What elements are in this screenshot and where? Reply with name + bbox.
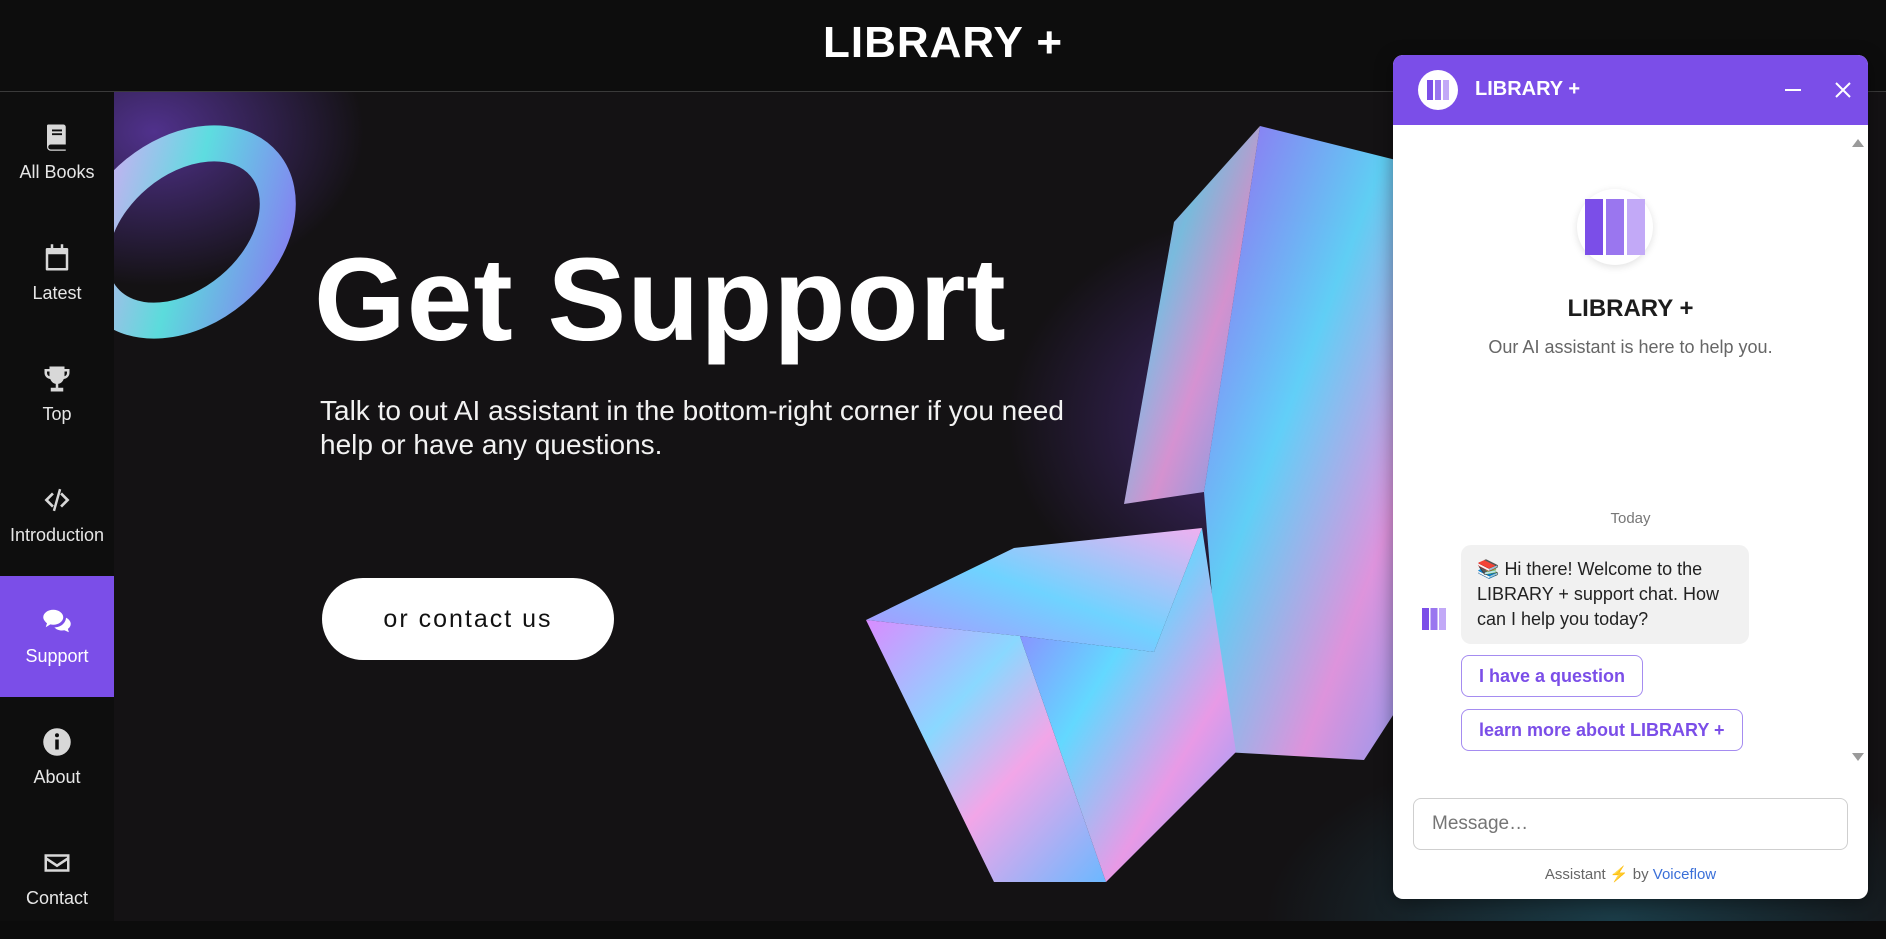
close-icon[interactable] — [1826, 73, 1860, 107]
scroll-up-arrow-icon[interactable] — [1852, 139, 1864, 147]
envelope-icon — [44, 854, 70, 872]
sidebar-item-label: All Books — [19, 162, 95, 182]
bot-message-bubble: 📚 Hi there! Welcome to the LIBRARY + sup… — [1461, 545, 1749, 644]
footer-prefix: Assistant — [1544, 866, 1606, 883]
sidebar-item-label: Contact — [25, 888, 89, 908]
minimize-icon[interactable] — [1776, 73, 1810, 107]
code-icon — [44, 488, 70, 512]
sidebar: All Books Latest Top Introduction Suppor… — [0, 92, 114, 921]
chat-widget: LIBRARY + LIBRARY + Our AI assistant is … — [1393, 55, 1868, 899]
scroll-down-arrow-icon[interactable] — [1852, 753, 1864, 761]
hero-heading: Get Support — [314, 234, 1007, 366]
info-icon — [43, 728, 71, 756]
choice-button-question[interactable]: I have a question — [1461, 655, 1644, 697]
message-input[interactable] — [1413, 798, 1848, 850]
sidebar-item-label: About — [33, 767, 81, 787]
library-logo-icon — [1418, 70, 1458, 110]
date-divider: Today — [1610, 510, 1651, 527]
sidebar-item-label: Support — [25, 646, 89, 666]
calendar-icon — [45, 244, 69, 271]
sidebar-item-label: Top — [42, 404, 72, 424]
sidebar-item-label: Latest — [32, 283, 82, 303]
choice-button-learn-more[interactable]: learn more about LIBRARY + — [1461, 709, 1743, 751]
bolt-icon: ⚡ — [1609, 866, 1629, 883]
powered-by-note: Assistant ⚡ by Voiceflow — [1393, 865, 1868, 883]
sidebar-item-support[interactable]: Support — [0, 576, 114, 697]
sidebar-item-top[interactable]: Top — [0, 334, 114, 455]
hero-text: Talk to out AI assistant in the bottom-r… — [320, 395, 1064, 460]
books-emoji-icon: 📚 — [1477, 559, 1500, 579]
sidebar-item-latest[interactable]: Latest — [0, 213, 114, 334]
assistant-name: LIBRARY + — [1567, 295, 1694, 322]
bot-message-text: Hi there! Welcome to the LIBRARY + suppo… — [1477, 559, 1719, 629]
sidebar-item-introduction[interactable]: Introduction — [0, 455, 114, 576]
chat-header-title: LIBRARY + — [1475, 78, 1581, 100]
sidebar-item-all-books[interactable]: All Books — [0, 92, 114, 213]
assistant-logo-icon — [1577, 189, 1653, 265]
chat-messages[interactable]: LIBRARY + Our AI assistant is here to he… — [1393, 125, 1868, 777]
contact-us-button[interactable]: or contact us — [322, 578, 614, 660]
trophy-icon — [44, 366, 70, 392]
assistant-description: Our AI assistant is here to help you. — [1488, 337, 1773, 357]
voiceflow-link[interactable]: Voiceflow — [1653, 866, 1716, 883]
chat-header: LIBRARY + — [1393, 55, 1868, 125]
sidebar-item-label: Introduction — [9, 525, 105, 545]
bot-avatar-icon — [1422, 608, 1446, 635]
footer-by: by — [1632, 866, 1649, 883]
chat-icon — [43, 609, 71, 633]
sidebar-item-about[interactable]: About — [0, 697, 114, 818]
book-icon — [47, 124, 66, 151]
